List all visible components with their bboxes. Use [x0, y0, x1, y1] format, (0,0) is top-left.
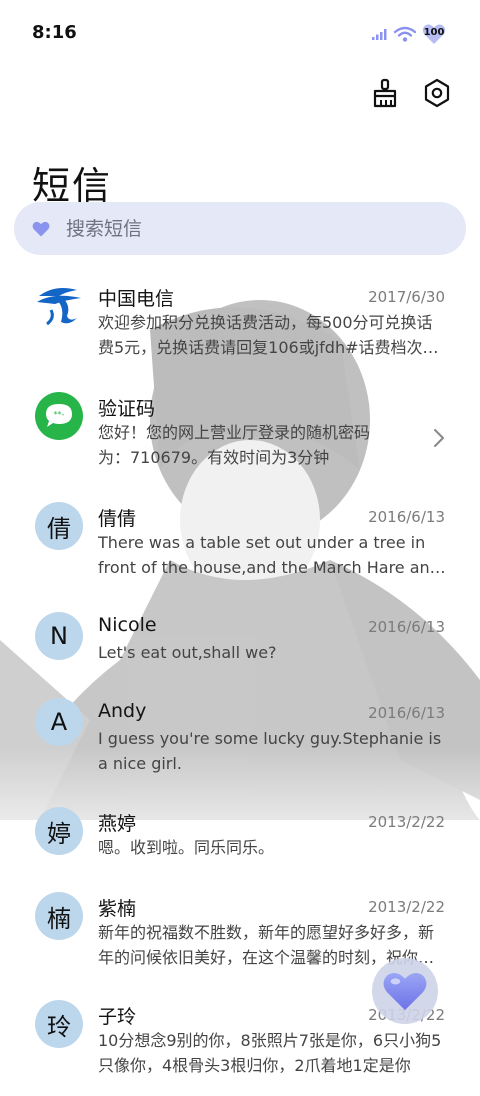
avatar: 倩 [35, 502, 83, 550]
message-date: 2016/6/13 [368, 508, 445, 526]
message-date: 2016/6/13 [368, 704, 445, 722]
svg-text:**-: **- [54, 410, 65, 419]
message-date: 2013/2/22 [368, 813, 445, 831]
sender-name: 燕婷 [98, 813, 137, 835]
battery-heart-icon: 100 [422, 23, 446, 45]
message-date: 2013/2/22 [368, 898, 445, 916]
clean-button[interactable] [368, 76, 402, 110]
avatar: 婷 [35, 807, 83, 855]
sender-name: 倩倩 [98, 508, 137, 530]
battery-level: 100 [423, 27, 445, 38]
message-preview: There was a table set out under a tree i… [98, 533, 440, 577]
message-bubble-icon: **- [35, 392, 83, 440]
wifi-icon [394, 26, 416, 42]
message-preview: 欢迎参加积分兑换话费活动，每500分可兑换话费5元，兑换话费请回复106或jfd… [98, 313, 439, 357]
sender-name: Andy [98, 700, 147, 722]
chevron-right-icon [434, 429, 444, 447]
message-date: 2016/6/13 [368, 618, 445, 636]
settings-hexagon-icon [424, 78, 450, 108]
message-date: 2017/6/30 [368, 288, 445, 306]
avatar: 玲 [35, 1000, 83, 1048]
broom-icon [373, 78, 397, 108]
message-preview: Let's eat out,shall we? [98, 643, 277, 662]
search-bar[interactable] [14, 202, 466, 255]
search-input[interactable] [64, 216, 428, 241]
heart-icon [32, 221, 50, 236]
sender-name: Nicole [98, 614, 157, 636]
sender-name: 紫楠 [98, 898, 137, 920]
settings-button[interactable] [420, 76, 454, 110]
list-item[interactable]: **- 验证码 您好！您的网上营业厅登录的随机密码为：710679。有效时间为3… [0, 380, 480, 488]
avatar: 楠 [35, 892, 83, 940]
sender-name: 子玲 [98, 1006, 137, 1028]
avatar: A [35, 698, 83, 746]
message-preview: I guess you're some lucky guy.Stephanie … [98, 729, 442, 773]
list-item[interactable]: 中国电信 2017/6/30 欢迎参加积分兑换话费活动，每500分可兑换话费5元… [0, 270, 480, 378]
sender-name: 验证码 [98, 398, 156, 420]
message-preview: 您好！您的网上营业厅登录的随机密码为：710679。有效时间为3分钟 [98, 423, 371, 467]
list-item[interactable]: A Andy 2016/6/13 I guess you're some luc… [0, 686, 480, 794]
message-preview: 嗯。收到啦。同乐同乐。 [98, 838, 275, 857]
list-item[interactable]: 倩 倩倩 2016/6/13 There was a table set out… [0, 490, 480, 598]
avatar: N [35, 612, 83, 660]
sender-name: 中国电信 [98, 288, 175, 310]
message-preview: 10分想念9别的你，8张照片7张是你，6只小狗5只像你，4根骨头3根归你，2爪着… [98, 1031, 442, 1075]
status-icons: 100 [372, 22, 446, 46]
status-time: 8:16 [32, 22, 77, 43]
heart-compose-icon [383, 972, 427, 1011]
compose-button[interactable] [372, 958, 438, 1024]
status-bar: 8:16 100 [0, 0, 480, 68]
toolbar [368, 76, 454, 110]
signal-icon [372, 29, 387, 40]
china-telecom-logo [35, 282, 83, 330]
